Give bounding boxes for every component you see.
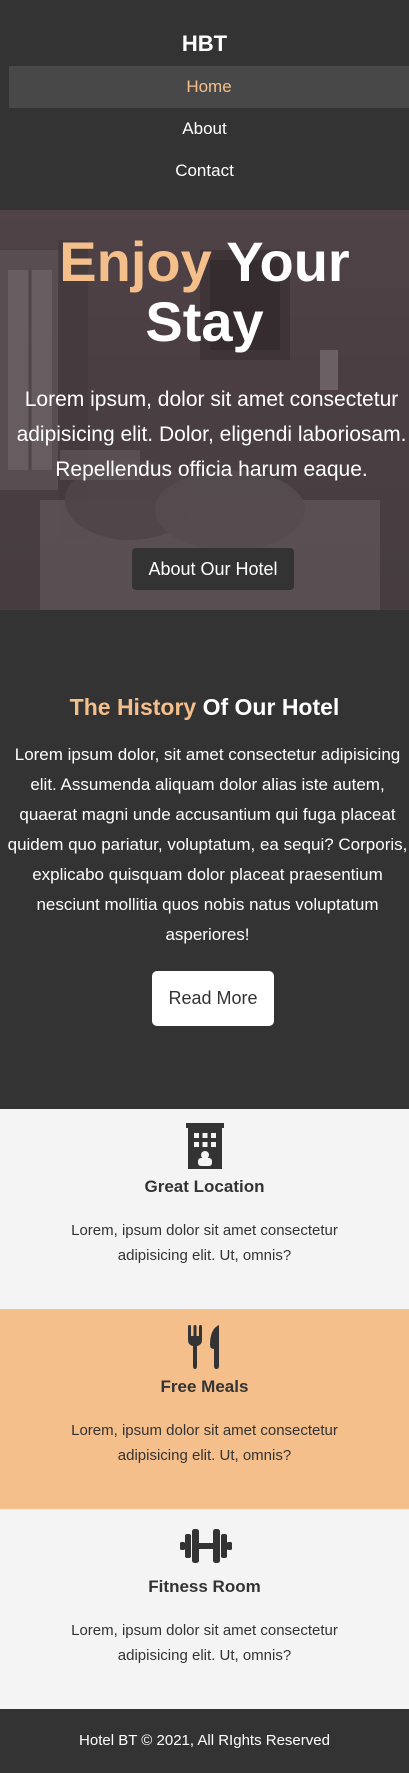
copyright-text: Hotel BT © 2021, All RIghts Reserved — [79, 1732, 330, 1749]
feature-description: Lorem, ipsum dolor sit amet consectetur … — [71, 1222, 338, 1264]
nav-item-home[interactable]: Home — [9, 66, 409, 108]
feature-free-meals: Free Meals Lorem, ipsum dolor sit amet c… — [0, 1309, 409, 1509]
nav-item-about[interactable]: About — [0, 108, 409, 150]
history-description: Lorem ipsum dolor, sit amet consectetur … — [7, 745, 408, 944]
history-title-accent: The History — [69, 694, 197, 720]
hero-section: Enjoy Your Stay Lorem ipsum, dolor sit a… — [0, 210, 409, 610]
feature-description: Lorem, ipsum dolor sit amet consectetur … — [71, 1422, 338, 1464]
feature-title: Fitness Room — [148, 1577, 261, 1596]
hero-title: Enjoy Your Stay — [0, 232, 409, 352]
feature-fitness-room: Fitness Room Lorem, ipsum dolor sit amet… — [0, 1509, 409, 1709]
feature-description: Lorem, ipsum dolor sit amet consectetur … — [71, 1622, 338, 1664]
dumbbell-icon — [180, 1523, 232, 1569]
feature-title: Great Location — [144, 1177, 265, 1196]
about-hotel-button[interactable]: About Our Hotel — [132, 548, 294, 590]
hero-description: Lorem ipsum, dolor sit amet consectetur … — [16, 388, 407, 481]
footer: Hotel BT © 2021, All RIghts Reserved — [0, 1709, 409, 1773]
history-title-rest: Of Our Hotel — [202, 694, 340, 720]
read-more-button[interactable]: Read More — [152, 971, 274, 1026]
feature-title: Free Meals — [160, 1377, 249, 1396]
hero-title-accent: Enjoy — [59, 230, 212, 293]
nav-menu: Home About Contact — [0, 66, 409, 192]
nav-item-contact[interactable]: Contact — [0, 150, 409, 192]
hotel-icon — [185, 1123, 225, 1169]
feature-great-location: Great Location Lorem, ipsum dolor sit am… — [0, 1109, 409, 1309]
history-section: The History Of Our Hotel Lorem ipsum dol… — [0, 610, 409, 1110]
brand-logo[interactable]: HBT — [0, 31, 409, 57]
history-title: The History Of Our Hotel — [0, 694, 409, 721]
navbar: HBT Home About Contact — [0, 0, 409, 210]
utensils-icon — [185, 1323, 225, 1369]
